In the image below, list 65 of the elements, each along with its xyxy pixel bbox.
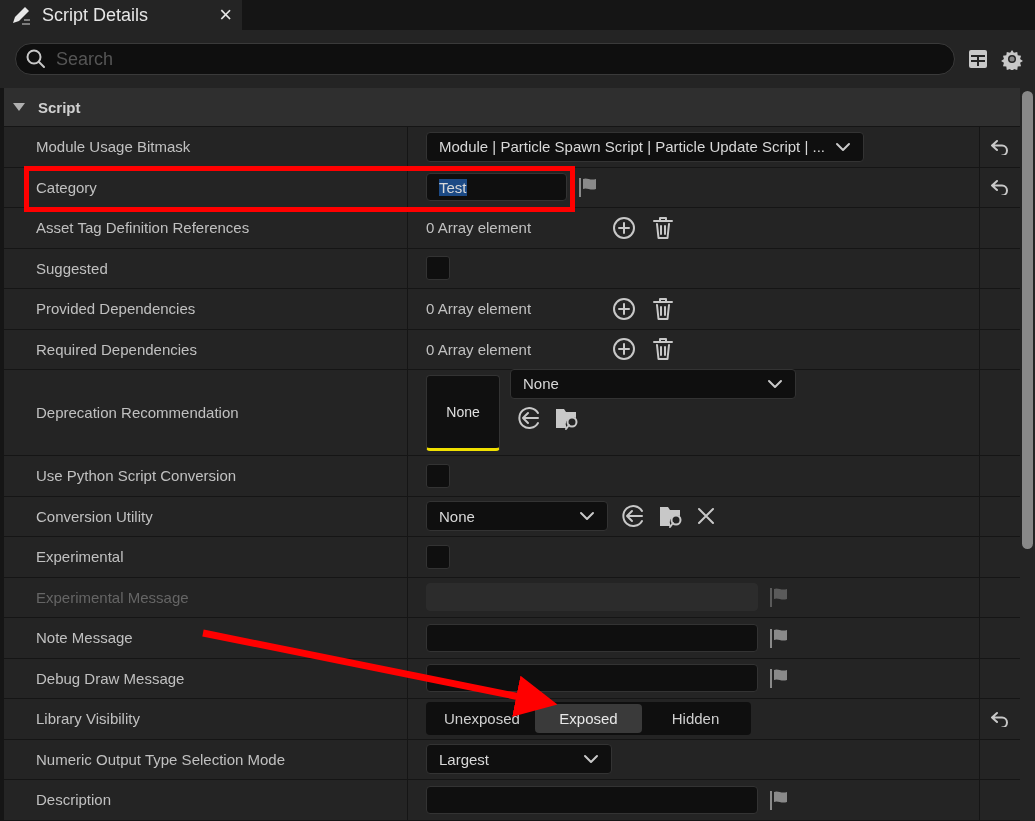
section-header[interactable]: Script — [4, 88, 1020, 127]
property-label: Numeric Output Type Selection Mode — [36, 750, 286, 768]
chevron-down-icon — [583, 754, 599, 765]
segment-button[interactable]: Exposed — [535, 704, 642, 734]
property-label: Conversion Utility — [36, 507, 153, 525]
trash-icon[interactable] — [652, 296, 674, 321]
scrollbar-thumb[interactable] — [1022, 91, 1033, 549]
dropdown[interactable]: None — [510, 368, 796, 399]
array-count: 0 Array element — [426, 219, 533, 237]
chevron-down-icon — [835, 141, 851, 152]
dropdown[interactable]: None — [426, 501, 608, 532]
text-field[interactable] — [426, 664, 758, 693]
add-circle-icon[interactable] — [612, 337, 636, 362]
pencil-icon — [10, 4, 32, 26]
checkbox[interactable] — [426, 256, 450, 281]
checkbox[interactable] — [426, 544, 450, 569]
flag-icon[interactable] — [768, 626, 790, 649]
asset-thumbnail[interactable]: None — [426, 374, 500, 451]
text-field[interactable] — [426, 623, 758, 652]
reset-arrow-icon[interactable] — [990, 710, 1010, 727]
property-label: Provided Dependencies — [36, 300, 196, 318]
reset-arrow-icon[interactable] — [990, 179, 1010, 196]
property-label: Module Usage Bitmask — [36, 138, 191, 156]
property-label: Experimental — [36, 548, 124, 566]
property-label: Deprecation Recommendation — [36, 404, 239, 421]
property-label: Library Visibility — [36, 710, 140, 728]
chevron-down-icon — [767, 378, 783, 389]
close-icon[interactable] — [696, 506, 716, 527]
property-label: Category — [36, 178, 97, 196]
dropdown[interactable]: Largest — [426, 744, 612, 775]
flag-icon[interactable] — [577, 176, 599, 199]
trash-icon[interactable] — [652, 215, 674, 240]
flag-icon[interactable] — [768, 788, 790, 811]
search-field[interactable]: Search — [15, 43, 955, 75]
array-count: 0 Array element — [426, 340, 533, 358]
search-icon — [25, 48, 47, 70]
property-label: Note Message — [36, 629, 133, 647]
dropdown[interactable]: Module | Particle Spawn Script | Particle Update Script | ... — [426, 131, 864, 162]
flag-icon[interactable] — [768, 667, 790, 690]
property-label: Debug Draw Message — [36, 669, 185, 687]
arrow-left-circle-icon[interactable] — [620, 503, 646, 530]
text-field[interactable]: Test — [426, 173, 567, 202]
property-label: Required Dependencies — [36, 340, 197, 358]
section-title: Script — [38, 98, 81, 116]
reset-arrow-icon[interactable] — [990, 138, 1010, 155]
panel-tab[interactable]: Script Details × — [0, 0, 242, 30]
close-button[interactable]: × — [219, 4, 232, 26]
array-count: 0 Array element — [426, 300, 533, 318]
chevron-down-icon — [579, 511, 595, 522]
add-circle-icon[interactable] — [612, 296, 636, 321]
add-circle-icon[interactable] — [612, 215, 636, 240]
table-icon[interactable] — [967, 48, 989, 70]
settings-icon[interactable] — [1001, 48, 1023, 70]
property-label: Experimental Message — [36, 588, 189, 606]
tab-title: Script Details — [42, 4, 150, 26]
arrow-left-circle-icon[interactable] — [516, 404, 542, 431]
segment-button[interactable]: Hidden — [642, 704, 749, 734]
segment-button[interactable]: Unexposed — [428, 704, 535, 734]
text-field[interactable] — [426, 785, 758, 814]
property-label: Use Python Script Conversion — [36, 467, 237, 485]
checkbox[interactable] — [426, 463, 450, 488]
property-label: Asset Tag Definition References — [36, 219, 250, 237]
property-label: Suggested — [36, 259, 108, 277]
trash-icon[interactable] — [652, 337, 674, 362]
property-label: Description — [36, 791, 112, 809]
